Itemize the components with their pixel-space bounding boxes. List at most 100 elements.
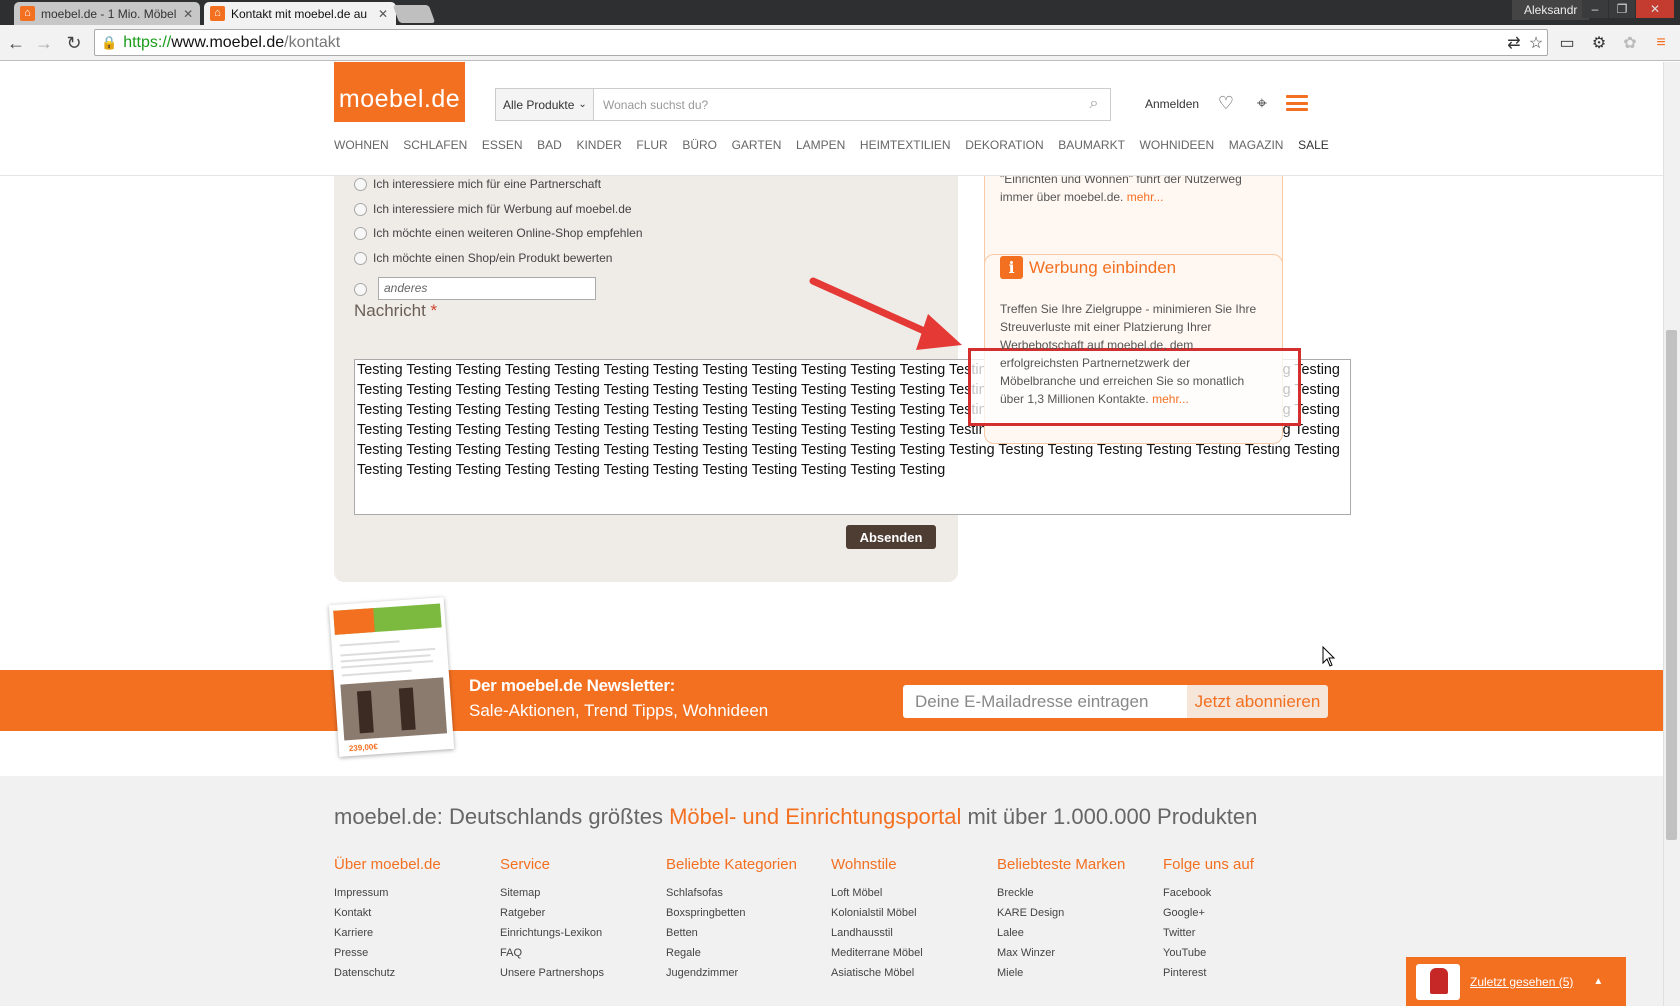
option-partnership[interactable]: Ich interessiere mich für eine Partnersc… xyxy=(354,177,601,191)
nav-item[interactable]: WOHNEN xyxy=(334,138,389,152)
maximize-button[interactable]: ❐ xyxy=(1609,0,1635,18)
wishlist-heart-icon[interactable]: ♡ xyxy=(1214,91,1238,115)
nav-item[interactable]: BAUMARKT xyxy=(1058,138,1125,152)
extension-icon[interactable]: ✿ xyxy=(1617,30,1643,56)
extension-gear-icon[interactable]: ⚙ xyxy=(1586,30,1612,56)
back-icon[interactable]: ← xyxy=(4,31,28,55)
footer-tagline: moebel.de: Deutschlands größtes Möbel- u… xyxy=(334,804,1257,830)
reload-icon[interactable]: ↻ xyxy=(62,31,86,55)
footer-link[interactable]: Ratgeber xyxy=(500,903,660,923)
footer-link[interactable]: Impressum xyxy=(334,883,494,903)
footer-link[interactable]: Regale xyxy=(666,943,826,963)
footer-link[interactable]: Pinterest xyxy=(1163,963,1323,983)
new-tab-button[interactable] xyxy=(392,5,436,23)
nav-item[interactable]: LAMPEN xyxy=(796,138,845,152)
search-input[interactable]: Wonach suchst du? xyxy=(593,88,1111,121)
footer-link[interactable]: Asiatische Möbel xyxy=(831,963,991,983)
nav-item[interactable]: ESSEN xyxy=(482,138,523,152)
more-link[interactable]: mehr... xyxy=(1127,190,1164,204)
footer-link[interactable]: Twitter xyxy=(1163,923,1323,943)
recently-viewed-label[interactable]: Zuletzt gesehen (5) xyxy=(1470,975,1573,989)
footer-link[interactable]: Betten xyxy=(666,923,826,943)
footer-link[interactable]: Facebook xyxy=(1163,883,1323,903)
footer-link[interactable]: Mediterrane Möbel xyxy=(831,943,991,963)
nav-item[interactable]: SCHLAFEN xyxy=(403,138,467,152)
hamburger-menu-icon[interactable] xyxy=(1286,95,1308,111)
footer-column-title: Wohnstile xyxy=(831,856,897,873)
other-reason-input[interactable]: anderes xyxy=(378,277,596,300)
forward-icon[interactable]: → xyxy=(32,31,56,55)
footer-link[interactable]: Unsere Partnershops xyxy=(500,963,660,983)
nav-item[interactable]: FLUR xyxy=(636,138,667,152)
option-label: Ich möchte einen Shop/ein Produkt bewert… xyxy=(373,251,613,265)
address-bar[interactable]: 🔒 https://www.moebel.de/kontakt xyxy=(94,29,1548,56)
minimize-button[interactable]: – xyxy=(1582,0,1608,18)
nav-item[interactable]: BAD xyxy=(537,138,562,152)
nav-item[interactable]: DEKORATION xyxy=(965,138,1043,152)
url-host: www.moebel.de xyxy=(171,33,285,51)
nav-item-sale[interactable]: SALE xyxy=(1298,138,1329,152)
search-icon[interactable]: ⌕ xyxy=(1082,92,1106,116)
newsletter-email-input[interactable]: Deine E-Mailadresse eintragen xyxy=(903,685,1187,718)
footer-link[interactable]: Jugendzimmer xyxy=(666,963,826,983)
footer-link[interactable]: Breckle xyxy=(997,883,1157,903)
option-advertising[interactable]: Ich interessiere mich für Werbung auf mo… xyxy=(354,202,632,216)
footer-link[interactable]: YouTube xyxy=(1163,943,1323,963)
cast-icon[interactable]: ▭ xyxy=(1554,30,1580,56)
radio-button[interactable] xyxy=(354,177,367,191)
footer-link[interactable]: Datenschutz xyxy=(334,963,494,983)
submit-button[interactable]: Absenden xyxy=(846,525,936,549)
footer-link[interactable]: Max Winzer xyxy=(997,943,1157,963)
radio-button-other[interactable] xyxy=(354,283,367,296)
nav-item[interactable]: BÜRO xyxy=(682,138,717,152)
footer-link[interactable]: Kolonialstil Möbel xyxy=(831,903,991,923)
bookmark-star-icon[interactable]: ☆ xyxy=(1523,30,1549,56)
close-window-button[interactable]: ✕ xyxy=(1636,0,1674,18)
option-review-shop[interactable]: Ich möchte einen Shop/ein Produkt bewert… xyxy=(354,251,612,265)
footer-column-title: Beliebte Kategorien xyxy=(666,856,797,873)
radio-button[interactable] xyxy=(354,202,367,216)
footer-link[interactable]: Miele xyxy=(997,963,1157,983)
more-link[interactable]: mehr... xyxy=(1152,392,1189,406)
nav-item[interactable]: MAGAZIN xyxy=(1229,138,1284,152)
site-header: moebel.de Alle Produkte ⌄ Wonach suchst … xyxy=(0,62,1663,176)
footer-link[interactable]: Lalee xyxy=(997,923,1157,943)
category-select[interactable]: Alle Produkte ⌄ xyxy=(495,88,593,121)
home-favicon-icon: ⌂ xyxy=(20,6,35,21)
footer-link[interactable]: FAQ xyxy=(500,943,660,963)
footer-link[interactable]: Schlafsofas xyxy=(666,883,826,903)
nav-item[interactable]: WOHNIDEEN xyxy=(1140,138,1215,152)
footer-link[interactable]: Landhausstil xyxy=(831,923,991,943)
close-tab-icon[interactable]: ✕ xyxy=(377,7,389,21)
browser-tab[interactable]: ⌂ moebel.de - 1 Mio. Möbel ✕ xyxy=(14,2,200,25)
radio-button[interactable] xyxy=(354,226,367,240)
footer-link[interactable]: Kontakt xyxy=(334,903,494,923)
footer-link[interactable]: Presse xyxy=(334,943,494,963)
store-locator-pin-icon[interactable]: ⌖ xyxy=(1250,91,1274,115)
scrollbar-thumb[interactable] xyxy=(1666,330,1677,840)
nav-item[interactable]: GARTEN xyxy=(732,138,782,152)
newsletter-heading: Der moebel.de Newsletter: xyxy=(469,676,676,695)
site-logo[interactable]: moebel.de xyxy=(334,62,465,122)
footer-column-social: Folge uns auf Facebook Google+ Twitter Y… xyxy=(1163,856,1323,983)
footer-link[interactable]: Google+ xyxy=(1163,903,1323,923)
footer-link[interactable]: Einrichtungs-Lexikon xyxy=(500,923,660,943)
chevron-down-icon: ⌄ xyxy=(578,99,587,110)
nav-item[interactable]: HEIMTEXTILIEN xyxy=(860,138,951,152)
close-tab-icon[interactable]: ✕ xyxy=(182,7,194,21)
newsletter-subscribe-button[interactable]: Jetzt abonnieren xyxy=(1187,685,1328,718)
footer-link[interactable]: Loft Möbel xyxy=(831,883,991,903)
footer-link[interactable]: Karriere xyxy=(334,923,494,943)
profile-button[interactable]: Aleksandr xyxy=(1512,0,1590,20)
chrome-menu-icon[interactable]: ≡ xyxy=(1648,30,1674,56)
recently-viewed-widget[interactable]: Zuletzt gesehen (5) ▲ xyxy=(1406,957,1626,1006)
nav-item[interactable]: KINDER xyxy=(576,138,621,152)
chevron-up-icon[interactable]: ▲ xyxy=(1593,976,1603,987)
footer-link[interactable]: Boxspringbetten xyxy=(666,903,826,923)
login-link[interactable]: Anmelden xyxy=(1145,97,1199,111)
footer-link[interactable]: Sitemap xyxy=(500,883,660,903)
browser-tab-active[interactable]: ⌂ Kontakt mit moebel.de au ✕ xyxy=(204,2,396,25)
radio-button[interactable] xyxy=(354,251,367,265)
footer-link[interactable]: KARE Design xyxy=(997,903,1157,923)
option-recommend-shop[interactable]: Ich möchte einen weiteren Online-Shop em… xyxy=(354,226,643,240)
